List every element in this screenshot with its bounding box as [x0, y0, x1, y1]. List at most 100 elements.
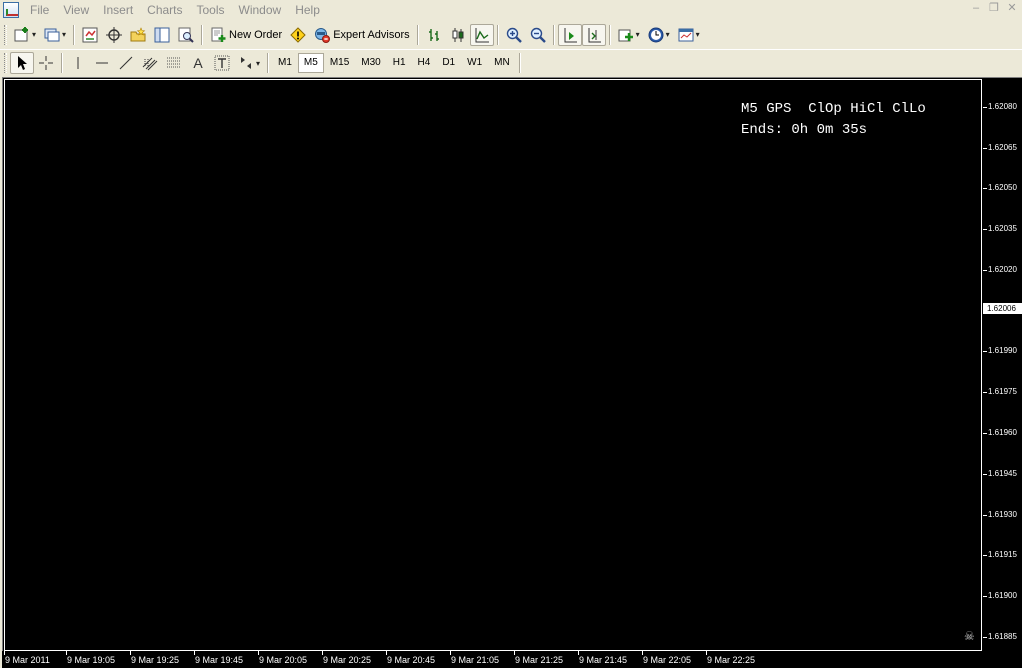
- toolbar-separator: [267, 53, 270, 73]
- menu-tools[interactable]: Tools: [190, 0, 232, 20]
- magnifier-document-icon: [178, 27, 194, 43]
- time-label: 9 Mar 19:05: [67, 655, 116, 665]
- minimize-icon[interactable]: –: [970, 2, 982, 14]
- price-label: 1.62035: [988, 224, 1017, 233]
- expert-advisors-label: Expert Advisors: [333, 28, 410, 41]
- crosshair-icon: [39, 56, 53, 70]
- fibonacci-button[interactable]: [162, 52, 186, 74]
- standard-toolbar: New Order Expert Advisors: [0, 21, 1022, 48]
- trendline-button[interactable]: [114, 52, 138, 74]
- price-label: 1.61930: [988, 510, 1017, 519]
- price-tick: [983, 229, 987, 230]
- price-label: 1.61945: [988, 469, 1017, 478]
- menu-file[interactable]: File: [23, 0, 56, 20]
- arrows-icon: [241, 57, 251, 69]
- time-label: 9 Mar 20:25: [323, 655, 372, 665]
- price-tick: [983, 188, 987, 189]
- zoom-out-button[interactable]: [526, 24, 550, 46]
- toolbar-separator: [608, 24, 611, 45]
- menu-help[interactable]: Help: [288, 0, 327, 20]
- menu-view[interactable]: View: [56, 0, 96, 20]
- candlestick-chart-button[interactable]: [446, 24, 470, 46]
- price-tick: [983, 107, 987, 108]
- zoom-in-button[interactable]: [502, 24, 526, 46]
- navigator-button[interactable]: [126, 24, 150, 46]
- market-watch-button[interactable]: [78, 24, 102, 46]
- text-label-button[interactable]: [210, 52, 234, 74]
- overlay-line-1: M5 GPS ClOp HiCl ClLo: [741, 101, 926, 117]
- chart-plot-area[interactable]: [4, 79, 982, 651]
- equidistant-channel-button[interactable]: [138, 52, 162, 74]
- price-label: 1.62080: [988, 102, 1017, 111]
- periods-button[interactable]: [644, 24, 674, 46]
- crosshair-button[interactable]: [34, 52, 58, 74]
- price-tick: [983, 433, 987, 434]
- auto-scroll-button[interactable]: [557, 23, 582, 46]
- chart-shift-button[interactable]: [581, 23, 606, 46]
- strategy-tester-button[interactable]: [174, 24, 198, 46]
- timeframe-m5[interactable]: M5: [297, 53, 324, 73]
- price-axis[interactable]: 1.62080 1.62065 1.62050 1.62035 1.62020 1.619…: [983, 79, 1022, 651]
- new-chart-button[interactable]: [10, 24, 40, 46]
- text-tool-button[interactable]: A: [186, 52, 210, 74]
- warning-diamond-icon: [290, 26, 306, 43]
- indicators-icon: [618, 29, 633, 41]
- line-chart-button[interactable]: [469, 23, 494, 46]
- indicator-overlay-text: M5 GPS ClOp HiCl ClLo Ends: 0h 0m 35s: [741, 99, 926, 141]
- timeframe-w1[interactable]: W1: [461, 53, 488, 73]
- time-label: 9 Mar 2011: [5, 655, 50, 665]
- toolbar-separator: [61, 53, 63, 73]
- timeframe-m15[interactable]: M15: [324, 53, 355, 73]
- price-label: 1.62050: [988, 183, 1017, 192]
- price-label: 1.62065: [988, 143, 1017, 152]
- timeframe-mn[interactable]: MN: [488, 53, 516, 73]
- data-window-button[interactable]: [102, 24, 126, 46]
- timeframe-m1[interactable]: M1: [272, 53, 298, 73]
- menu-bar: File View Insert Charts Tools Window Hel…: [0, 0, 1022, 20]
- auto-scroll-icon: [564, 27, 577, 42]
- toolbar-separator: [416, 24, 419, 45]
- new-order-button[interactable]: New Order: [206, 24, 286, 46]
- terminal-button[interactable]: [150, 24, 174, 46]
- templates-button[interactable]: [674, 24, 704, 46]
- price-tick: [983, 596, 987, 597]
- toolbar-separator: [496, 24, 499, 45]
- line-chart-icon: [475, 27, 489, 42]
- menu-insert[interactable]: Insert: [96, 0, 140, 20]
- toolbar-grip[interactable]: [4, 24, 7, 45]
- restore-icon[interactable]: ❐: [988, 2, 1000, 14]
- timeframe-m30[interactable]: M30: [355, 53, 386, 73]
- price-label: 1.62020: [988, 265, 1017, 274]
- equidistant-channel-icon: [142, 57, 158, 71]
- price-tick: [983, 392, 987, 393]
- toolbar-grip[interactable]: [4, 53, 7, 73]
- expert-advisors-button[interactable]: Expert Advisors: [310, 24, 413, 46]
- menu-window[interactable]: Window: [232, 0, 289, 20]
- time-label: 9 Mar 21:45: [579, 655, 628, 665]
- timeframe-h1[interactable]: H1: [387, 53, 412, 73]
- price-tick: [983, 555, 987, 556]
- market-watch-icon: [82, 27, 98, 42]
- bar-chart-button[interactable]: [422, 24, 446, 46]
- menu-charts[interactable]: Charts: [140, 0, 189, 20]
- vertical-line-button[interactable]: [66, 52, 90, 74]
- price-tick: [983, 637, 987, 638]
- profiles-icon: [44, 28, 60, 41]
- new-chart-icon: [14, 26, 28, 41]
- horizontal-line-button[interactable]: [90, 52, 114, 74]
- alert-button[interactable]: [286, 24, 310, 46]
- time-label: 9 Mar 19:45: [195, 655, 244, 665]
- line-studies-toolbar: A M1 M5 M15 M30 H1 H4 D1 W1 MN: [0, 49, 1022, 76]
- indicators-button[interactable]: [614, 24, 644, 46]
- timeframe-h4[interactable]: H4: [412, 53, 437, 73]
- arrows-button[interactable]: [234, 52, 264, 74]
- templates-icon: [678, 28, 694, 41]
- time-axis[interactable]: 9 Mar 2011 9 Mar 19:05 9 Mar 19:25 9 Mar 19…: [2, 651, 1022, 668]
- profiles-button[interactable]: [40, 24, 70, 46]
- cursor-button[interactable]: [10, 52, 34, 74]
- crosshair-target-icon: [106, 26, 123, 43]
- timeframe-d1[interactable]: D1: [436, 53, 461, 73]
- time-label: 9 Mar 19:25: [131, 655, 180, 665]
- text-tool-label: A: [193, 55, 203, 71]
- close-icon[interactable]: ✕: [1006, 2, 1018, 14]
